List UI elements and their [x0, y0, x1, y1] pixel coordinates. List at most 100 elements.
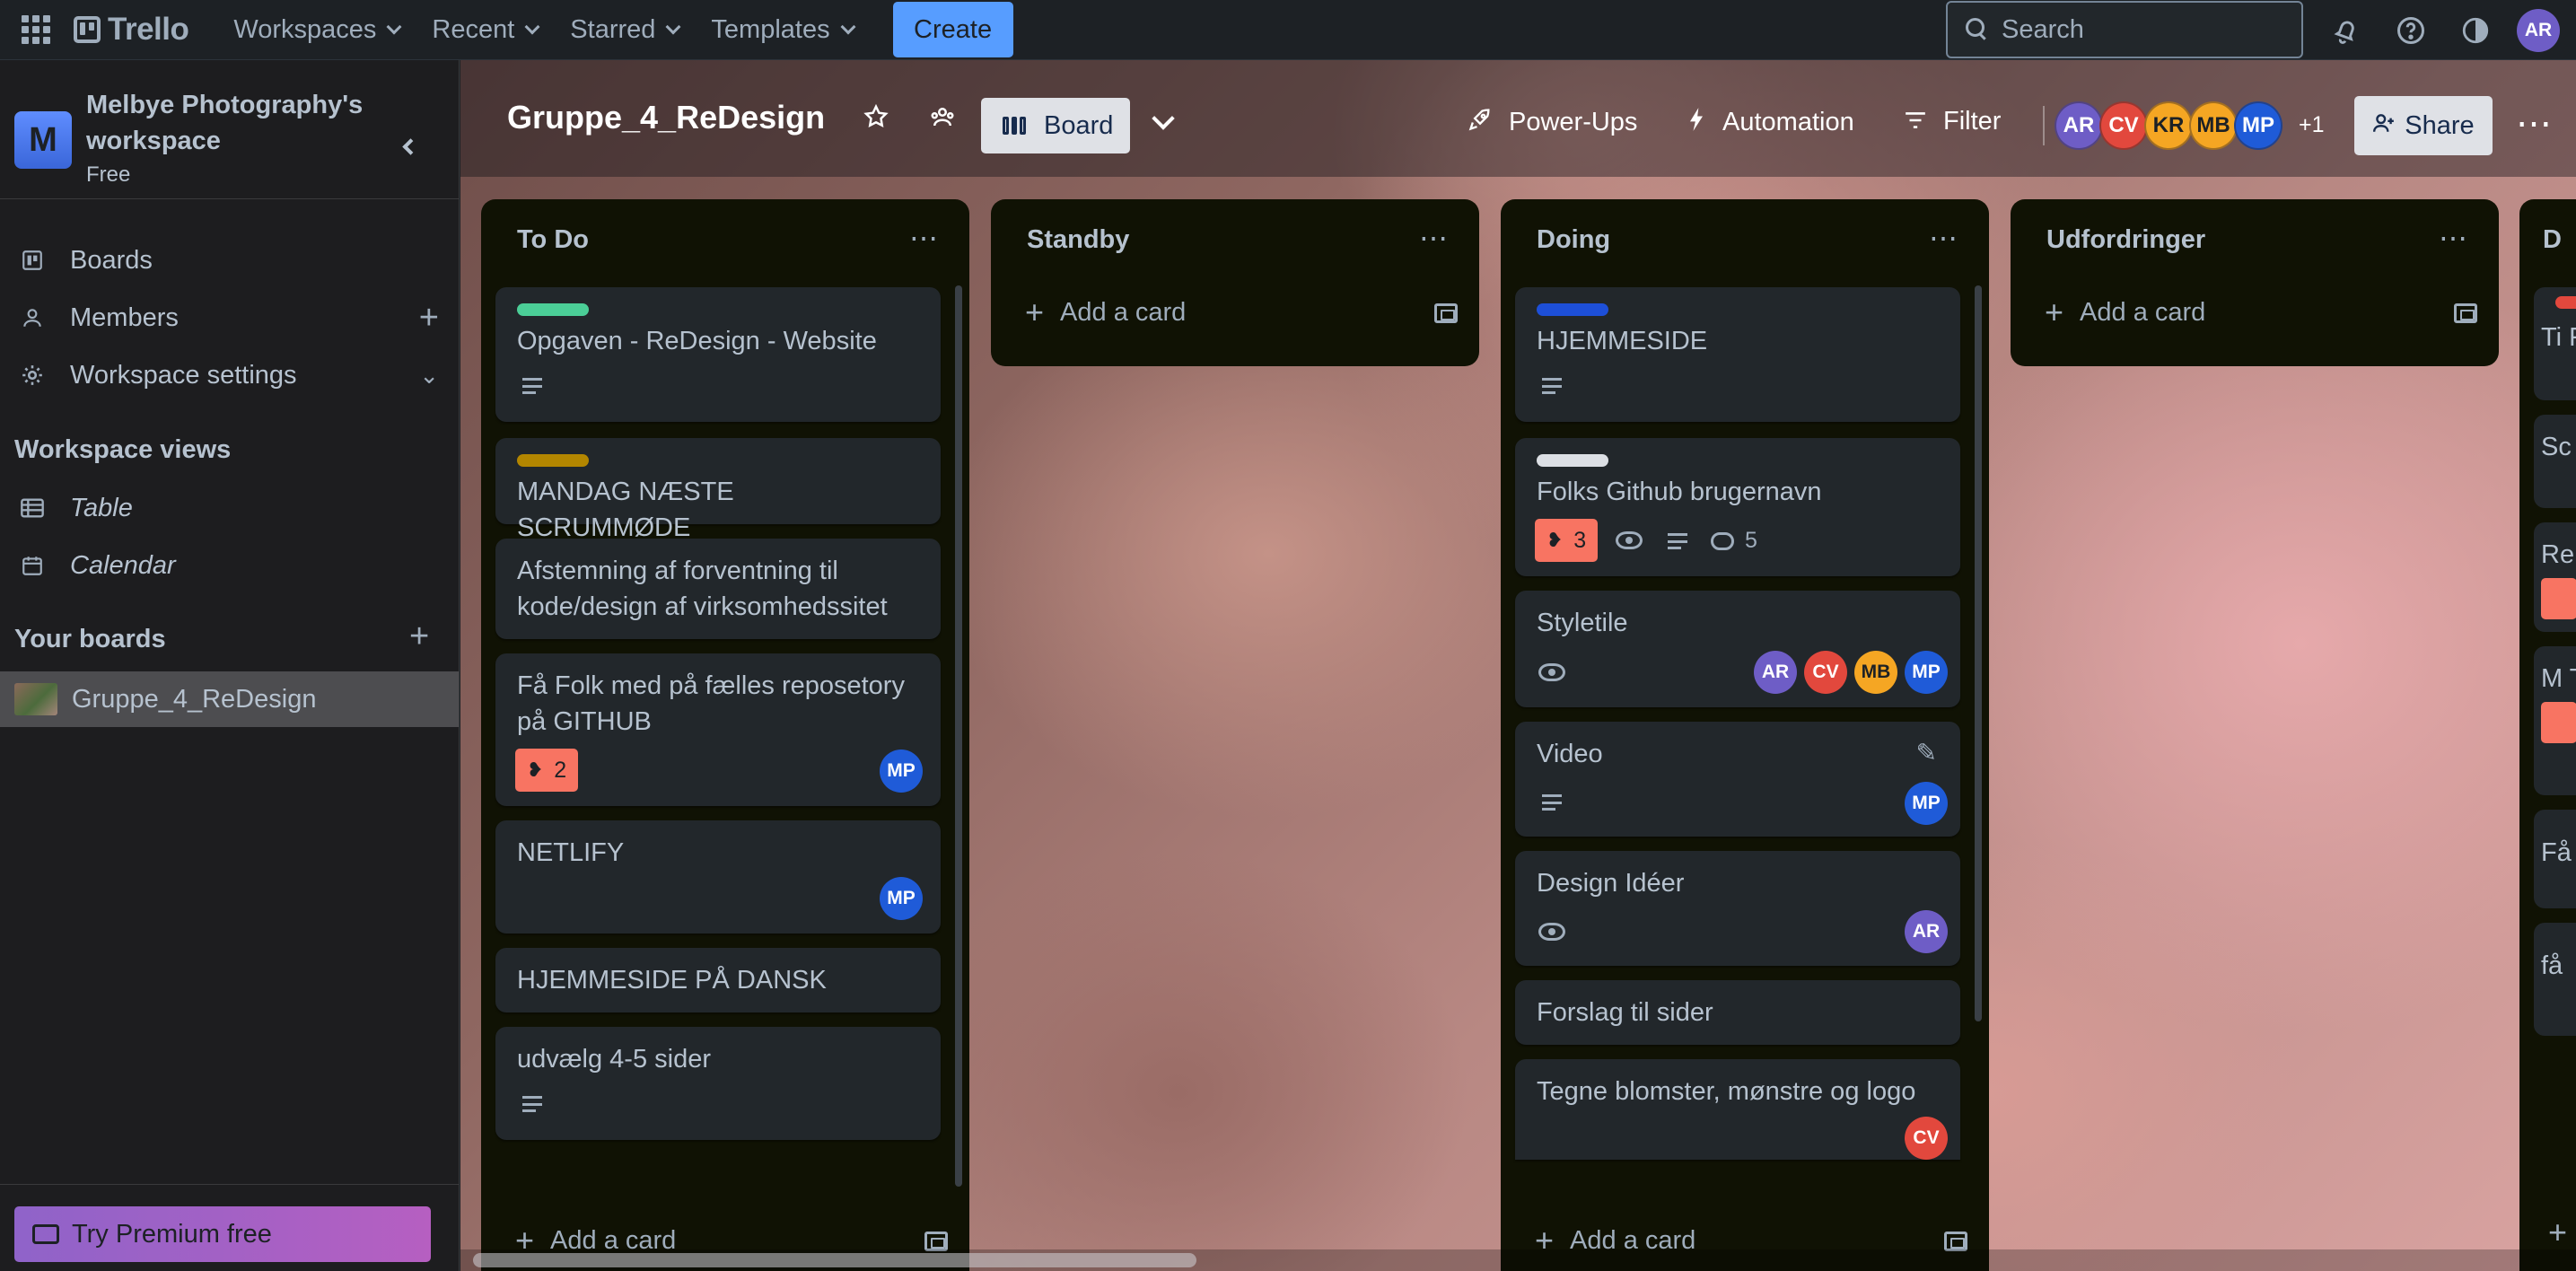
card[interactable]: Styletile AR CV MB MP: [1515, 591, 1960, 707]
add-board-icon[interactable]: +: [409, 618, 429, 656]
member-avatar[interactable]: MB: [2189, 101, 2238, 150]
edit-pencil-icon[interactable]: ✎: [1916, 738, 1937, 767]
member-avatar[interactable]: AR: [2055, 101, 2103, 150]
card[interactable]: M Tl: [2534, 646, 2576, 795]
card[interactable]: Folks Github brugernavn ❥ 3 5: [1515, 438, 1960, 576]
sidebar-item-boards[interactable]: Boards: [0, 233, 459, 287]
list-title[interactable]: Standby: [1027, 225, 1129, 255]
sidebar-item-members[interactable]: Members +: [0, 291, 459, 345]
member-avatar[interactable]: KR: [2144, 101, 2193, 150]
board-horizontal-scrollbar[interactable]: [460, 1249, 2576, 1271]
member-avatar[interactable]: MP: [2234, 101, 2282, 150]
plus-icon[interactable]: +: [2548, 1214, 2567, 1251]
list-title[interactable]: To Do: [517, 225, 589, 255]
app-switcher-icon[interactable]: [16, 10, 56, 49]
list-title[interactable]: D: [2543, 225, 2562, 255]
nav-recent[interactable]: Recent: [432, 15, 540, 45]
card-member-avatar[interactable]: AR: [1754, 651, 1797, 694]
automation-button[interactable]: Automation: [1687, 107, 1854, 138]
card-member-avatar[interactable]: MP: [880, 877, 923, 920]
more-members-count[interactable]: +1: [2299, 112, 2325, 138]
sidebar-item-table[interactable]: Table: [0, 483, 459, 533]
card[interactable]: NETLIFY MP: [495, 820, 941, 934]
person-icon: [18, 306, 47, 329]
card-template-icon[interactable]: [1944, 1232, 1967, 1251]
card-template-icon[interactable]: [1434, 303, 1458, 323]
share-button[interactable]: Share: [2354, 96, 2493, 155]
card-label[interactable]: [1537, 303, 1608, 316]
card[interactable]: MANDAG NÆSTE SCRUMMØDE: [495, 438, 941, 542]
card[interactable]: Opgaven - ReDesign - Website: [495, 287, 941, 422]
trello-logo[interactable]: Trello: [74, 12, 189, 48]
card[interactable]: få: [2534, 923, 2576, 1036]
card-member-avatar[interactable]: CV: [1905, 1117, 1948, 1160]
star-icon[interactable]: [863, 103, 889, 137]
list-scrollbar[interactable]: [1975, 285, 1982, 1021]
card[interactable]: Tegne blomster, mønstre og logo CV: [1515, 1059, 1960, 1160]
list-title[interactable]: Udfordringer: [2046, 225, 2205, 255]
help-icon[interactable]: [2388, 7, 2434, 54]
sidebar-board-gruppe-4-redesign[interactable]: Gruppe_4_ReDesign: [0, 671, 459, 727]
card[interactable]: HJEMMESIDE PÅ DANSK: [495, 948, 941, 1012]
card-title: Design Idéer: [1537, 869, 1685, 898]
notifications-bell-icon[interactable]: [2323, 7, 2370, 54]
card[interactable]: Forslag til sider: [1515, 980, 1960, 1045]
card-member-avatar[interactable]: CV: [1804, 651, 1847, 694]
add-card-button[interactable]: + Add a card: [2025, 287, 2456, 337]
board-menu-icon[interactable]: ⋯: [2516, 103, 2554, 145]
sidebar-item-calendar[interactable]: Calendar: [0, 540, 459, 591]
list-menu-icon[interactable]: ⋯: [2439, 221, 2468, 255]
add-card-button[interactable]: + Add a card: [1005, 287, 1436, 337]
card-label[interactable]: [1537, 454, 1608, 467]
card[interactable]: Re: [2534, 522, 2576, 632]
card-label[interactable]: [517, 454, 589, 467]
card-member-avatar[interactable]: MP: [1905, 782, 1948, 825]
card[interactable]: Afstemning af forventning til kode/desig…: [495, 539, 941, 639]
list-menu-icon[interactable]: ⋯: [909, 221, 939, 255]
scrollbar-thumb[interactable]: [473, 1253, 1196, 1267]
workspace-name[interactable]: Melbye Photography's workspace: [86, 87, 391, 159]
list-title[interactable]: Doing: [1537, 225, 1610, 255]
sidebar-item-workspace-settings[interactable]: Workspace settings ⌄: [0, 348, 459, 402]
nav-starred-label: Starred: [570, 14, 656, 44]
card-template-icon[interactable]: [924, 1232, 948, 1251]
chevron-down-icon[interactable]: [1152, 107, 1175, 130]
card-member-avatar[interactable]: AR: [1905, 910, 1948, 953]
card-member-avatar[interactable]: MB: [1854, 651, 1897, 694]
card[interactable]: udvælg 4-5 sider: [495, 1027, 941, 1140]
collapse-sidebar-button[interactable]: [386, 125, 429, 168]
card[interactable]: Sc: [2534, 415, 2576, 508]
nav-templates[interactable]: Templates: [711, 15, 856, 45]
vote-icon: ❥: [1546, 529, 1564, 551]
card[interactable]: Design Idéer AR: [1515, 851, 1960, 966]
add-member-icon[interactable]: +: [419, 301, 439, 335]
card[interactable]: Få Folk med på fælles reposetory på GITH…: [495, 653, 941, 806]
card-label[interactable]: [517, 303, 589, 316]
create-button[interactable]: Create: [892, 2, 1013, 57]
card-template-icon[interactable]: [2454, 303, 2477, 323]
board-view-button[interactable]: Board: [981, 98, 1130, 153]
card[interactable]: Få: [2534, 810, 2576, 908]
try-premium-button[interactable]: Try Premium free: [14, 1206, 431, 1262]
nav-workspaces[interactable]: Workspaces: [233, 15, 402, 45]
card-member-avatar[interactable]: MP: [1905, 651, 1948, 694]
power-ups-button[interactable]: Power-Ups: [1468, 107, 1637, 138]
card-member-avatar[interactable]: MP: [880, 749, 923, 793]
card[interactable]: HJEMMESIDE: [1515, 287, 1960, 422]
workspace-visible-icon[interactable]: [929, 103, 956, 137]
theme-toggle-icon[interactable]: [2452, 7, 2499, 54]
search-input[interactable]: [2002, 14, 2289, 45]
workspace-avatar[interactable]: M: [14, 111, 72, 169]
card[interactable]: Ti Fl: [2534, 287, 2576, 400]
list-scrollbar[interactable]: [955, 285, 962, 1187]
card[interactable]: Video ✎ MP: [1515, 722, 1960, 837]
search-box[interactable]: [1946, 1, 2303, 58]
user-avatar[interactable]: AR: [2517, 8, 2560, 52]
member-avatar[interactable]: CV: [2099, 101, 2148, 150]
list-menu-icon[interactable]: ⋯: [1419, 221, 1449, 255]
list-menu-icon[interactable]: ⋯: [1929, 221, 1958, 255]
board-title[interactable]: Gruppe_4_ReDesign: [507, 99, 825, 136]
nav-starred[interactable]: Starred: [570, 14, 681, 45]
filter-button[interactable]: Filter: [1904, 107, 2001, 136]
chevron-down-icon[interactable]: ⌄: [419, 364, 439, 387]
